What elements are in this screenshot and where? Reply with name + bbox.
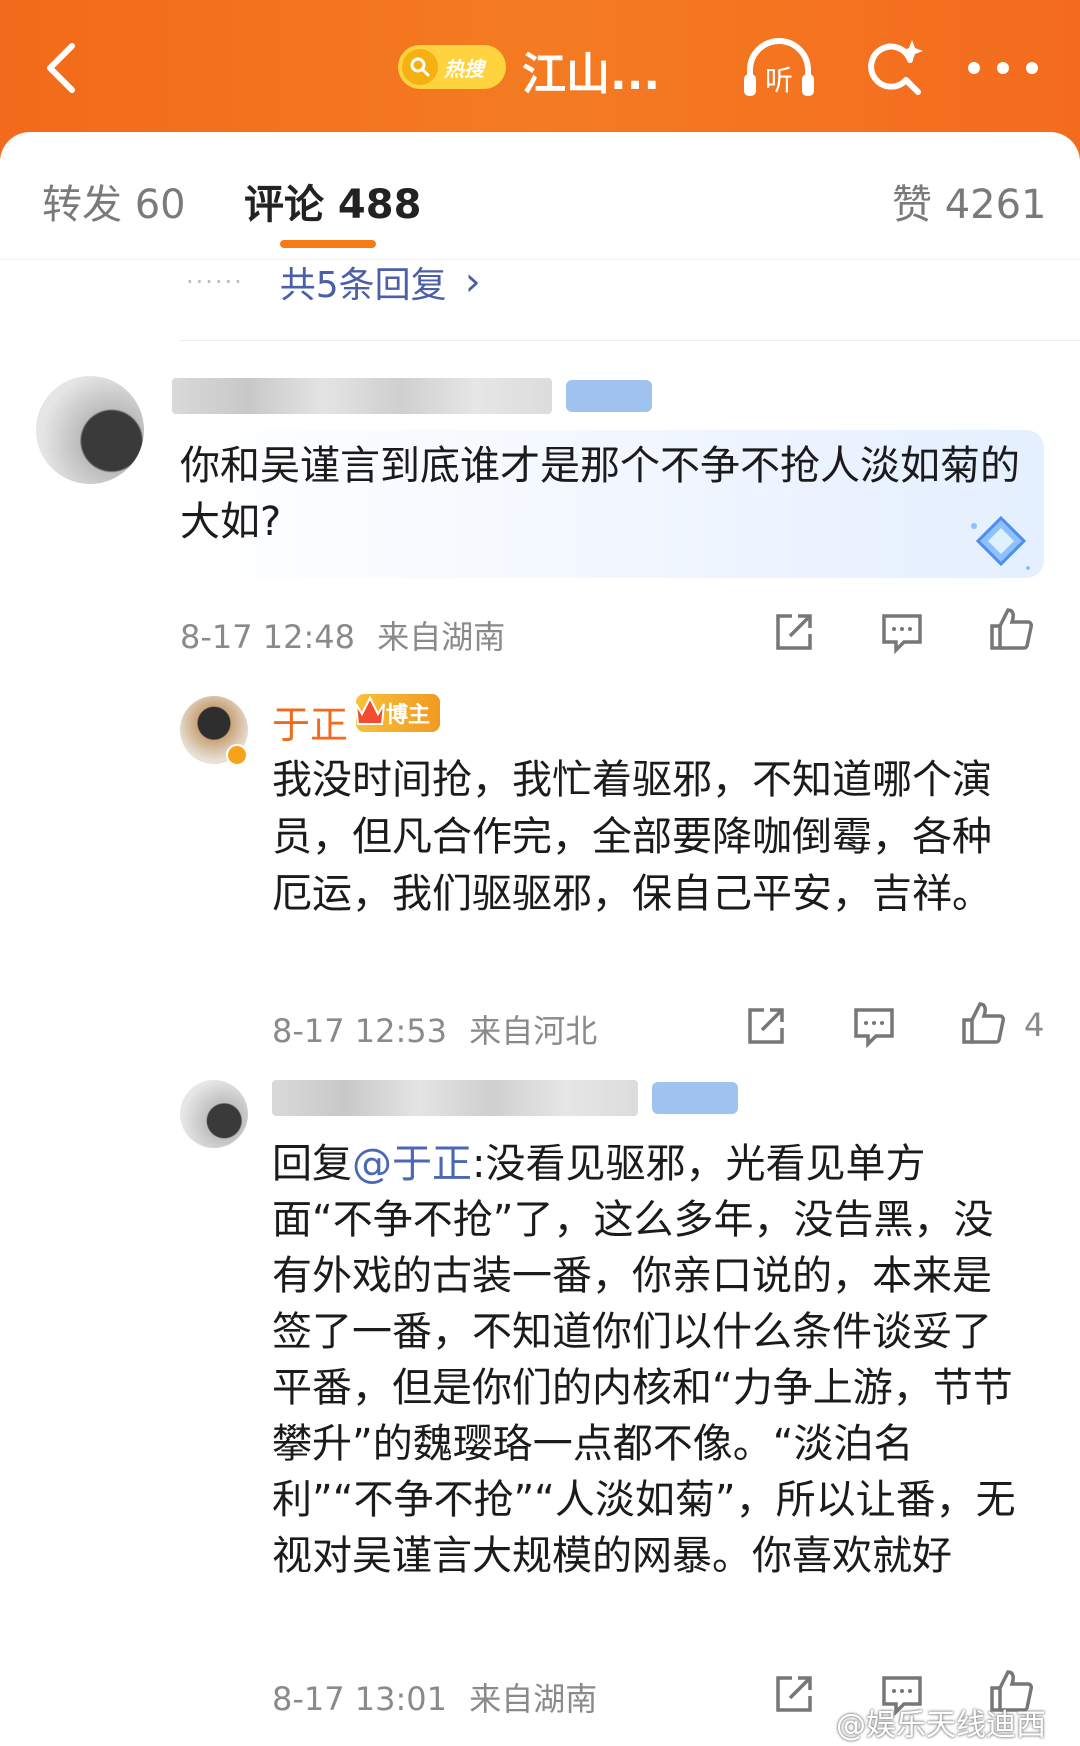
comment-time: 8-17 12:48 (180, 618, 356, 656)
blurred-tag (566, 380, 652, 412)
hot-search-label: 热搜 (444, 56, 484, 81)
username[interactable]: 于正 (272, 694, 348, 749)
blurred-tag (652, 1082, 738, 1114)
share-icon[interactable] (772, 1672, 816, 1716)
comment-icon[interactable] (880, 610, 924, 655)
page-title[interactable]: 江山... (522, 38, 660, 102)
divider (180, 340, 1080, 341)
tab-comments[interactable]: 评论 488 (244, 172, 421, 230)
search-sparkle-icon[interactable] (862, 36, 926, 100)
badge-label: 博主 (385, 703, 430, 728)
dotted-line: ······ (186, 268, 244, 296)
comment-text: 回复@于正:没看见驱邪，光看见单方面“不争不抢”了，这么多年，没告黑，没有外戏的… (272, 1136, 1020, 1584)
avatar[interactable] (36, 376, 144, 484)
watermark: @娱乐天线迪西 (836, 1708, 1046, 1743)
share-icon[interactable] (772, 610, 816, 654)
hot-search-badge[interactable]: 热搜 (398, 45, 506, 89)
chevron-right-icon: › (464, 259, 481, 305)
comment-text: 你和吴谨言到底谁才是那个不争不抢人淡如菊的大如? (180, 443, 1020, 545)
avatar[interactable] (180, 1080, 248, 1148)
comment-meta: 8-17 12:53 来自河北 (272, 1006, 597, 1052)
blurred-username[interactable] (172, 378, 552, 414)
comment-time: 8-17 12:53 (272, 1012, 448, 1050)
more-replies-label: 共5条回复 (279, 265, 447, 306)
tab-bar: 转发 60 评论 488 赞 4261 (0, 132, 1080, 260)
blurred-username[interactable] (272, 1080, 638, 1116)
tab-reposts[interactable]: 转发 60 (42, 172, 186, 230)
comment-text: 我没时间抢，我忙着驱邪，不知道哪个演员，但凡合作完，全部要降咖倒霉，各种厄运，我… (272, 757, 992, 917)
back-icon[interactable] (36, 40, 92, 96)
more-icon[interactable] (968, 50, 1038, 86)
comment-location: 来自湖南 (377, 618, 506, 656)
search-icon (402, 49, 438, 85)
blogger-badge: 博主 (355, 694, 440, 732)
verified-icon (226, 744, 248, 766)
comment-meta: 8-17 13:01 来自湖南 (272, 1674, 597, 1720)
reply-prefix: 回复 (272, 1141, 352, 1187)
comment-location: 来自河北 (469, 1012, 598, 1050)
crown-icon (355, 695, 385, 725)
comment-meta: 8-17 12:48 来自湖南 (180, 612, 505, 658)
reply-body: :没看见驱邪，光看见单方面“不争不抢”了，这么多年，没告黑，没有外戏的古装一番，… (272, 1141, 1016, 1579)
active-tab-indicator (280, 240, 376, 248)
like-count: 4 (1024, 1006, 1045, 1044)
comment-location: 来自湖南 (469, 1680, 598, 1718)
share-icon[interactable] (744, 1004, 788, 1048)
tab-likes[interactable]: 赞 4261 (892, 172, 1047, 230)
mention-link[interactable]: @于正 (352, 1141, 472, 1187)
like-icon[interactable] (988, 606, 1033, 650)
more-replies-link[interactable]: ······ 共5条回复 › (186, 256, 481, 308)
listen-icon[interactable]: 听 (740, 36, 818, 100)
comment-icon[interactable] (852, 1004, 896, 1049)
comment-time: 8-17 13:01 (272, 1680, 448, 1718)
listen-label: 听 (765, 64, 793, 97)
like-icon[interactable] (960, 1000, 1005, 1044)
